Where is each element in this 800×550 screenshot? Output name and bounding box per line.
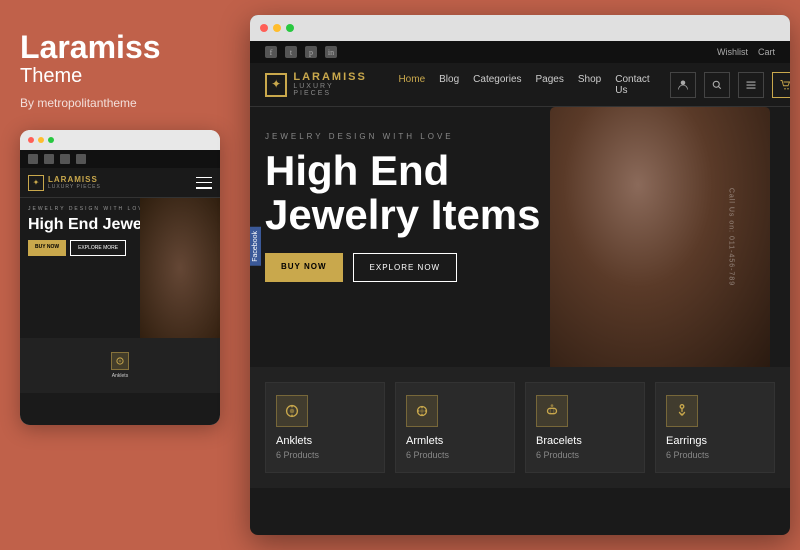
cart-button[interactable]: [772, 72, 790, 98]
desktop-category-anklets[interactable]: Anklets 6 Products: [265, 382, 385, 473]
desktop-nav-actions: [670, 72, 790, 98]
nav-link-pages[interactable]: Pages: [536, 74, 564, 96]
earrings-label: Earrings: [666, 435, 707, 447]
mobile-content: ✦ LARAMISS LUXURY PIECES: [20, 150, 220, 425]
desktop-social-bar: f t p in Wishlist Cart: [250, 41, 790, 63]
anklets-label: Anklets: [276, 435, 312, 447]
desktop-logo-icon: ✦: [265, 73, 287, 97]
desktop-dot-green: [286, 24, 294, 32]
nav-link-categories[interactable]: Categories: [473, 74, 521, 96]
nav-link-blog[interactable]: Blog: [439, 74, 459, 96]
search-button[interactable]: [704, 72, 730, 98]
desktop-chrome-bar: [250, 15, 790, 41]
mobile-dot-green: [48, 137, 54, 143]
desktop-hero: Facebook Call Us on: 011-456-789 JEWELRY…: [250, 107, 790, 367]
desktop-hero-buttons: BUY NOW EXPLORE NOW: [265, 253, 565, 282]
bracelets-icon: [536, 395, 568, 427]
desktop-twitter-icon[interactable]: t: [285, 46, 297, 58]
desktop-hero-content: JEWELRY DESIGN WITH LOVE High End Jewelr…: [265, 132, 565, 282]
mobile-social-bar: [20, 150, 220, 168]
bracelets-label: Bracelets: [536, 435, 582, 447]
desktop-category-armlets[interactable]: Armlets 6 Products: [395, 382, 515, 473]
desktop-buynow-button[interactable]: BUY NOW: [265, 253, 343, 282]
hero-label: JEWELRY DESIGN WITH LOVE: [265, 132, 565, 141]
hero-title: High End Jewelry Items: [265, 149, 565, 237]
armlets-icon: [406, 395, 438, 427]
anklets-icon: [276, 395, 308, 427]
left-panel: Laramiss Theme By metropolitantheme ✦: [0, 0, 240, 550]
mobile-chrome-bar: [20, 130, 220, 150]
mobile-buynow-button[interactable]: BUY NOW: [28, 240, 66, 256]
mobile-logo: ✦ LARAMISS LUXURY PIECES: [28, 175, 101, 191]
mobile-category-item[interactable]: Anklets: [28, 352, 212, 379]
desktop-facebook-icon[interactable]: f: [265, 46, 277, 58]
mobile-preview: ✦ LARAMISS LUXURY PIECES: [20, 130, 220, 425]
woman-figure: [550, 107, 770, 367]
desktop-hero-image: [530, 107, 790, 367]
nav-link-shop[interactable]: Shop: [578, 74, 601, 96]
mobile-hero: JEWELRY DESIGN WITH LOVE High End Jewelr…: [20, 198, 220, 338]
desktop-preview: f t p in Wishlist Cart ✦ LARAMISS LUXURY…: [250, 15, 790, 535]
desktop-dot-yellow: [273, 24, 281, 32]
desktop-pinterest-icon[interactable]: p: [305, 46, 317, 58]
mobile-dot-yellow: [38, 137, 44, 143]
armlets-count: 6 Products: [406, 450, 449, 460]
mobile-nav: ✦ LARAMISS LUXURY PIECES: [20, 168, 220, 198]
theme-author: By metropolitantheme: [20, 96, 220, 110]
desktop-category-bracelets[interactable]: Bracelets 6 Products: [525, 382, 645, 473]
desktop-explore-button[interactable]: EXPLORE NOW: [353, 253, 458, 282]
mobile-explore-button[interactable]: EXPLORE MORE: [70, 240, 126, 256]
desktop-social-icons: f t p in: [265, 46, 337, 58]
mobile-pinterest-icon: [60, 154, 70, 164]
nav-link-contact[interactable]: Contact Us: [615, 74, 649, 96]
mobile-hamburger-button[interactable]: [196, 177, 212, 189]
mobile-dot-red: [28, 137, 34, 143]
nav-link-home[interactable]: Home: [398, 74, 425, 96]
facebook-tab[interactable]: Facebook: [250, 227, 261, 266]
bracelets-count: 6 Products: [536, 450, 579, 460]
mobile-hero-image: [140, 198, 220, 338]
wishlist-link[interactable]: Wishlist: [717, 47, 748, 57]
desktop-social-right: Wishlist Cart: [717, 47, 775, 57]
desktop-nav: ✦ LARAMISS LUXURY PIECES Home Blog Categ…: [250, 63, 790, 107]
mobile-facebook-icon: [28, 154, 38, 164]
anklets-count: 6 Products: [276, 450, 319, 460]
user-button[interactable]: [670, 72, 696, 98]
side-phone-text: Call Us on: 011-456-789: [727, 188, 734, 286]
mobile-linkedin-icon: [76, 154, 86, 164]
cart-link[interactable]: Cart: [758, 47, 775, 57]
desktop-category-earrings[interactable]: Earrings 6 Products: [655, 382, 775, 473]
mobile-categories: Anklets: [20, 338, 220, 393]
mobile-twitter-icon: [44, 154, 54, 164]
desktop-categories: Anklets 6 Products Armlets 6 Products: [250, 367, 790, 488]
armlets-label: Armlets: [406, 435, 443, 447]
desktop-logo: ✦ LARAMISS LUXURY PIECES: [265, 72, 368, 97]
desktop-nav-links: Home Blog Categories Pages Shop Contact …: [398, 74, 649, 96]
hamburger-button[interactable]: [738, 72, 764, 98]
mobile-logo-icon: ✦: [28, 175, 44, 191]
desktop-linkedin-icon[interactable]: in: [325, 46, 337, 58]
desktop-dot-red: [260, 24, 268, 32]
earrings-icon: [666, 395, 698, 427]
earrings-count: 6 Products: [666, 450, 709, 460]
theme-title: Laramiss Theme: [20, 30, 220, 88]
mobile-anklets-icon: [111, 352, 129, 370]
